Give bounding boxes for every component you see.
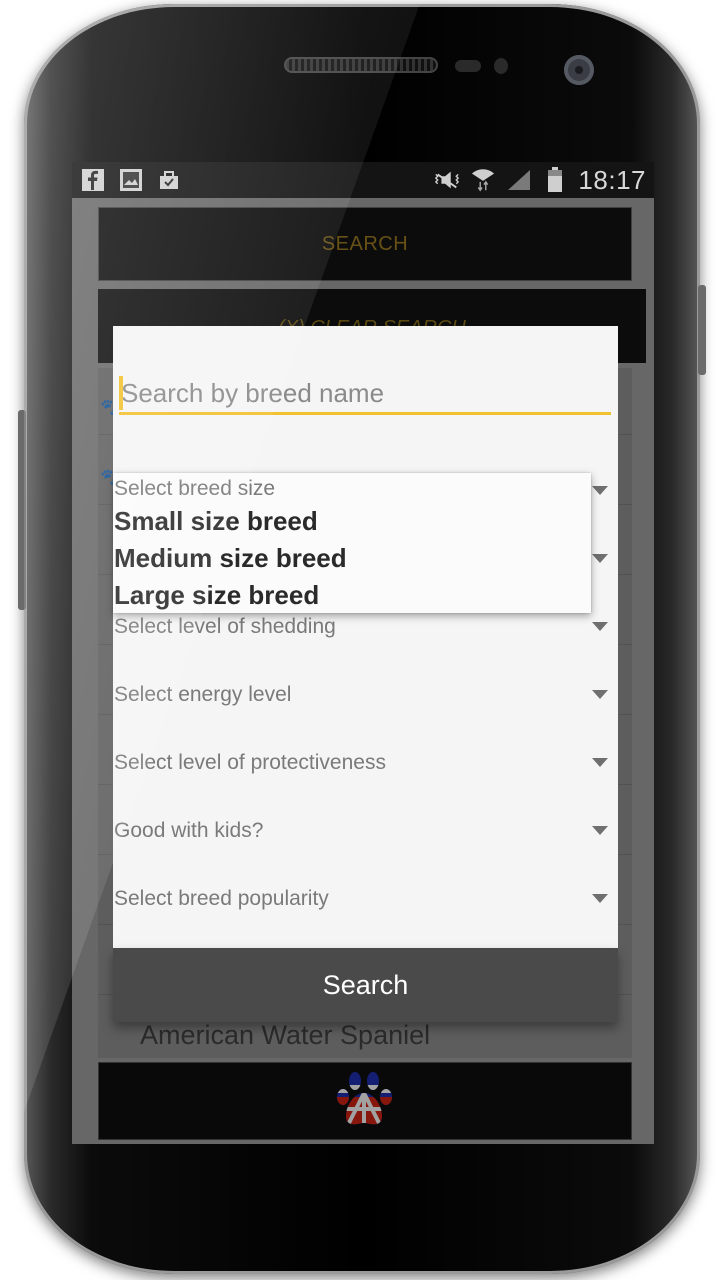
dropdown-arrow-icon: [592, 622, 608, 631]
dropdown-option-small[interactable]: Small size breed: [114, 506, 318, 537]
dropdown-arrow-icon: [592, 758, 608, 767]
spinner-good-with-kids[interactable]: Good with kids?: [113, 811, 618, 851]
clock: 18:17: [578, 164, 646, 195]
text-cursor: [119, 376, 123, 410]
battery-icon: [542, 167, 568, 193]
spinner-energy[interactable]: Select energy level: [113, 675, 618, 715]
spinner-shedding[interactable]: Select level of shedding: [113, 607, 618, 647]
dropdown-arrow-icon: [592, 690, 608, 699]
front-camera: [564, 55, 594, 85]
volume-button: [18, 410, 26, 610]
breed-size-dropdown: Select breed size Small size breed Mediu…: [113, 473, 591, 613]
search-button[interactable]: Search: [113, 948, 618, 1022]
screen: 18:17 SEARCH (X) CLEAR SEARCH 🐾 🐾 Americ…: [72, 162, 654, 1144]
facebook-icon: [80, 167, 106, 193]
dropdown-arrow-icon: [592, 554, 608, 563]
dropdown-arrow-icon: [592, 826, 608, 835]
input-underline: [119, 412, 611, 415]
breed-name-input[interactable]: [119, 374, 611, 412]
spinner-label: Select level of shedding: [114, 615, 336, 638]
earpiece-speaker: [284, 57, 438, 73]
spinner-popularity[interactable]: Select breed popularity: [113, 879, 618, 919]
image-icon: [118, 167, 144, 193]
vibrate-mute-icon: [434, 167, 460, 193]
status-bar: 18:17: [72, 162, 654, 198]
breed-name-field[interactable]: [119, 374, 611, 416]
spinner-label: Select breed popularity: [114, 887, 329, 910]
wifi-icon: [470, 167, 496, 193]
clipboard-check-icon: [156, 167, 182, 193]
proximity-sensor: [455, 60, 481, 72]
spinner-label: Select energy level: [114, 683, 292, 706]
spinner-protectiveness[interactable]: Select level of protectiveness: [113, 743, 618, 783]
dropdown-arrow-icon: [592, 894, 608, 903]
dropdown-arrow-icon: [592, 486, 608, 495]
dropdown-option-medium[interactable]: Medium size breed: [114, 543, 347, 574]
dropdown-option-large[interactable]: Large size breed: [114, 580, 319, 611]
search-dialog: Select breed size Select level of groomi…: [113, 326, 618, 948]
light-sensor: [494, 58, 508, 74]
spinner-label: Select level of protectiveness: [114, 751, 386, 774]
dropdown-header[interactable]: Select breed size: [114, 477, 275, 501]
power-button: [698, 285, 706, 375]
signal-icon: [506, 167, 532, 193]
spinner-label: Good with kids?: [114, 819, 264, 842]
